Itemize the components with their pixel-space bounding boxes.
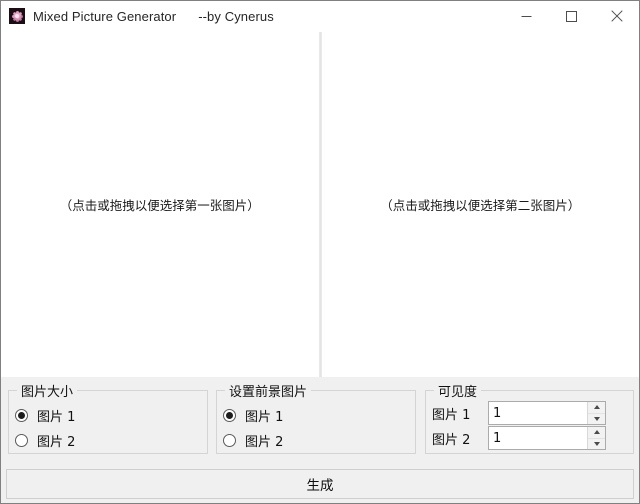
radio-indicator <box>223 408 236 422</box>
image-drop-panel-left[interactable]: （点击或拖拽以便选择第一张图片） <box>1 32 319 377</box>
spinner-down-button-picture1[interactable] <box>588 413 605 424</box>
title-bar: Mixed Picture Generator --by Cynerus <box>1 1 639 32</box>
radio-label: 图片 2 <box>245 434 284 450</box>
image-drop-area: （点击或拖拽以便选择第一张图片） （点击或拖拽以便选择第二张图片） <box>1 32 639 377</box>
group-visibility-title: 可见度 <box>434 381 482 400</box>
controls-area: 图片大小 图片 1 图片 2 设置前景图片 图片 1 图片 2 可见度 图片 1… <box>1 377 639 503</box>
group-foreground-image: 设置前景图片 图片 1 图片 2 <box>216 381 416 454</box>
radio-indicator <box>15 408 28 422</box>
radio-label: 图片 1 <box>37 409 76 425</box>
spinner-buttons <box>587 427 605 449</box>
spinner-down-button-picture2[interactable] <box>588 438 605 449</box>
radio-indicator <box>15 433 28 447</box>
radio-foreground-picture2[interactable]: 图片 2 <box>223 431 284 450</box>
radio-foreground-picture1[interactable]: 图片 1 <box>223 406 284 425</box>
image-drop-hint-left: （点击或拖拽以便选择第一张图片） <box>59 198 260 213</box>
spinner-up-button-picture1[interactable] <box>588 402 605 414</box>
group-foreground-image-title: 设置前景图片 <box>225 381 312 400</box>
group-image-size-title: 图片大小 <box>17 381 78 400</box>
group-image-size: 图片大小 图片 1 图片 2 <box>8 381 208 454</box>
window-controls <box>504 1 639 31</box>
flower-app-icon <box>9 8 25 24</box>
radio-indicator <box>223 433 236 447</box>
radio-label: 图片 2 <box>37 434 76 450</box>
radio-image-size-picture1[interactable]: 图片 1 <box>15 406 76 425</box>
maximize-button[interactable] <box>549 1 594 31</box>
radio-image-size-picture2[interactable]: 图片 2 <box>15 431 76 450</box>
visibility-input-picture1[interactable] <box>489 402 587 424</box>
window-title: Mixed Picture Generator <box>33 8 177 24</box>
minimize-button[interactable] <box>504 1 549 31</box>
visibility-spinner-picture1[interactable] <box>488 401 606 425</box>
visibility-spinner-picture2[interactable] <box>488 426 606 450</box>
close-button[interactable] <box>594 1 639 31</box>
visibility-field-picture1: 图片 1 <box>432 401 606 425</box>
spinner-up-button-picture2[interactable] <box>588 427 605 439</box>
app-window: Mixed Picture Generator --by Cynerus （点击… <box>0 0 640 504</box>
generate-button[interactable]: 生成 <box>6 469 634 499</box>
visibility-input-picture2[interactable] <box>489 427 587 449</box>
spinner-buttons <box>587 402 605 424</box>
radio-label: 图片 1 <box>245 409 284 425</box>
visibility-field-picture2: 图片 2 <box>432 426 606 450</box>
window-subtitle: --by Cynerus <box>198 8 274 24</box>
visibility-label-picture1: 图片 1 <box>432 407 471 423</box>
group-visibility: 可见度 图片 1 图片 2 <box>425 381 634 454</box>
image-drop-hint-right: （点击或拖拽以便选择第二张图片） <box>380 198 581 213</box>
image-drop-panel-right[interactable]: （点击或拖拽以便选择第二张图片） <box>321 32 639 377</box>
visibility-label-picture2: 图片 2 <box>432 432 471 448</box>
